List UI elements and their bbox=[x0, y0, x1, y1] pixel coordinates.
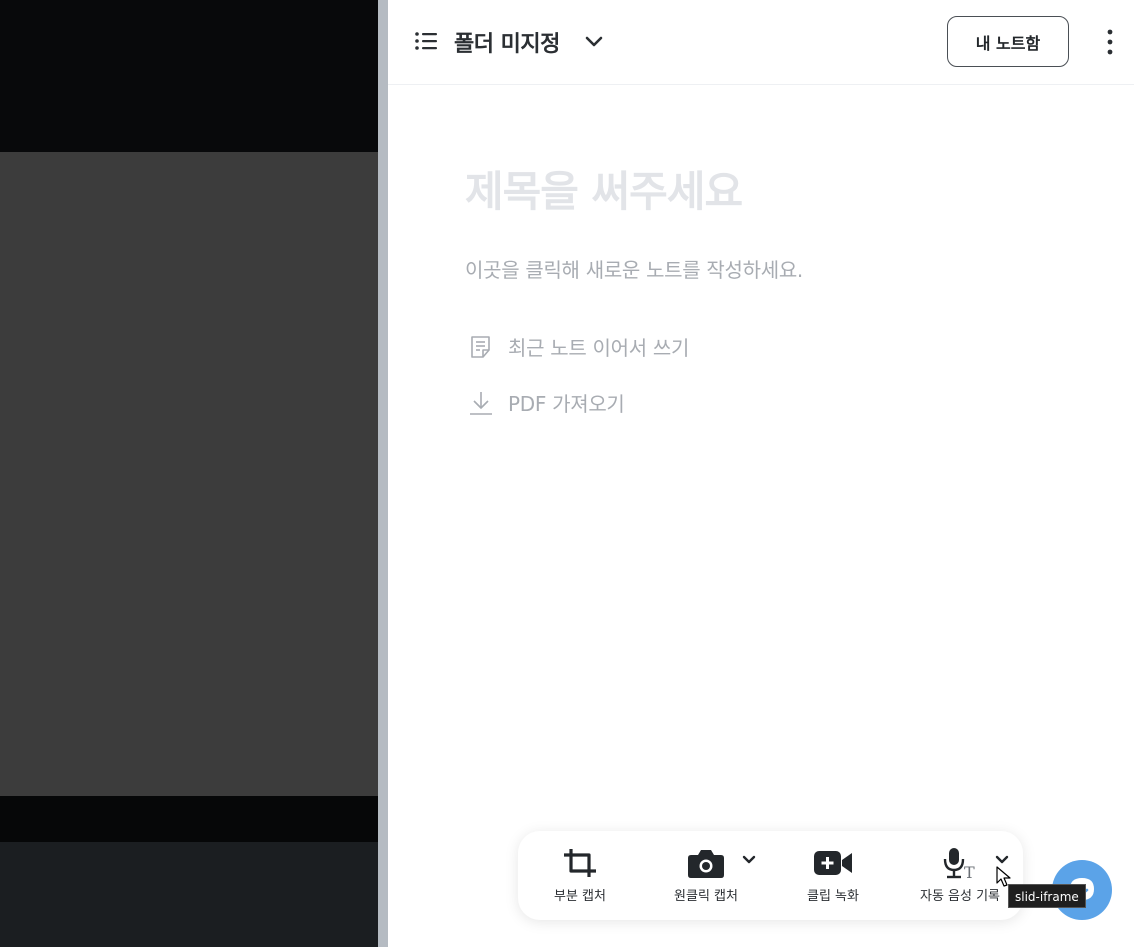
one-click-capture-button[interactable]: 원클릭 캡처 bbox=[658, 831, 754, 920]
continue-recent-note-label: 최근 노트 이어서 쓰기 bbox=[508, 336, 690, 360]
svg-text:T: T bbox=[964, 863, 975, 879]
auto-voice-record-label: 자동 음성 기록 bbox=[919, 889, 1001, 904]
video-controls-area bbox=[0, 842, 378, 947]
mic-text-icon: T bbox=[943, 848, 975, 879]
list-icon[interactable] bbox=[414, 30, 438, 52]
clip-recording-label: 클립 녹화 bbox=[807, 889, 859, 904]
chevron-down-icon[interactable] bbox=[584, 34, 604, 50]
tooltip: slid-iframe bbox=[1008, 884, 1086, 908]
folder-selector[interactable]: 폴더 미지정 bbox=[454, 26, 560, 58]
note-header: 폴더 미지정 내 노트함 bbox=[388, 0, 1134, 85]
note-icon bbox=[471, 335, 490, 358]
capture-options-chevron-icon[interactable] bbox=[742, 855, 756, 865]
more-options-icon[interactable] bbox=[1106, 28, 1114, 56]
video-pane bbox=[0, 0, 378, 947]
note-title-input[interactable]: 제목을 써주세요 bbox=[465, 158, 743, 219]
note-pane: 폴더 미지정 내 노트함 제목을 써주세요 이곳을 클릭해 새로운 노트를 작성… bbox=[388, 0, 1134, 947]
import-pdf-label: PDF 가져오기 bbox=[508, 392, 625, 416]
video-frame[interactable] bbox=[0, 152, 378, 796]
clip-recording-button[interactable]: 클립 녹화 bbox=[788, 831, 878, 920]
video-bottom-bar bbox=[0, 796, 378, 842]
note-body-input[interactable]: 이곳을 클릭해 새로운 노트를 작성하세요. bbox=[465, 254, 803, 283]
import-pdf-link[interactable]: PDF 가져오기 bbox=[468, 388, 625, 417]
crop-icon bbox=[564, 849, 596, 877]
video-plus-icon bbox=[814, 851, 852, 875]
one-click-capture-label: 원클릭 캡처 bbox=[674, 889, 738, 904]
partial-capture-label: 부분 캡처 bbox=[554, 889, 606, 904]
partial-capture-button[interactable]: 부분 캡처 bbox=[542, 831, 618, 920]
pane-resizer[interactable] bbox=[378, 0, 388, 947]
continue-recent-note-link[interactable]: 최근 노트 이어서 쓰기 bbox=[468, 332, 689, 361]
capture-toolbar: 부분 캡처 원클릭 캡처 클립 녹화 T 자동 음성 기록 bbox=[518, 831, 1023, 920]
camera-icon bbox=[688, 850, 724, 878]
download-icon bbox=[470, 391, 492, 415]
video-top-bar bbox=[0, 0, 378, 152]
voice-options-chevron-icon[interactable] bbox=[995, 855, 1009, 865]
my-notes-button[interactable]: 내 노트함 bbox=[947, 16, 1069, 67]
